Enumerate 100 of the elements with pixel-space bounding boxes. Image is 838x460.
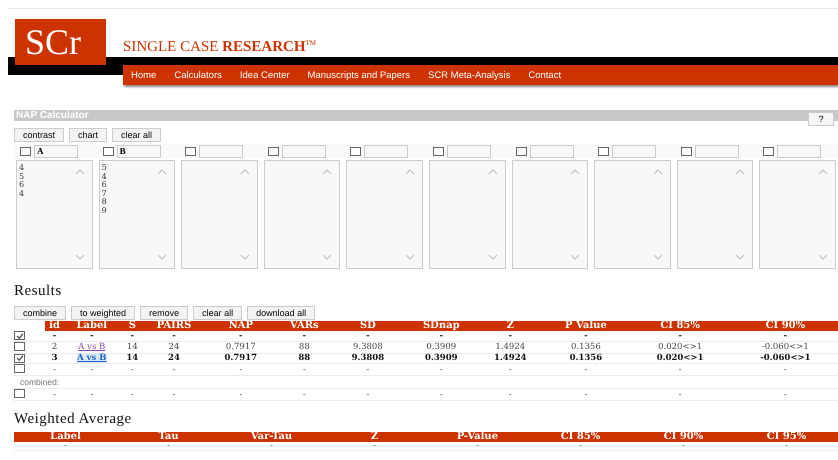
- label-field[interactable]: [199, 144, 244, 158]
- scroll-up-icon[interactable]: [157, 169, 168, 175]
- label-field[interactable]: B: [116, 144, 161, 158]
- toolbar-button[interactable]: to weighted: [71, 306, 136, 320]
- data-textarea[interactable]: 5 4 6 7 8 9: [98, 160, 176, 269]
- table-cell: 0.020<>1: [658, 342, 702, 352]
- checkbox[interactable]: [102, 146, 114, 156]
- data-textarea[interactable]: [181, 160, 258, 269]
- logo: SCr: [15, 19, 106, 65]
- table-cell: -: [584, 330, 588, 341]
- checkbox[interactable]: [350, 146, 362, 156]
- table-cell: 24: [168, 342, 180, 352]
- checkbox[interactable]: [14, 364, 25, 373]
- scroll-up-icon[interactable]: [652, 169, 663, 175]
- data-textarea[interactable]: [676, 160, 754, 269]
- table-cell: -: [440, 330, 444, 341]
- scroll-down-icon[interactable]: [157, 254, 168, 260]
- scroll-up-icon[interactable]: [488, 169, 498, 175]
- checkbox[interactable]: [598, 146, 610, 156]
- scroll-down-icon[interactable]: [818, 254, 828, 260]
- label-field[interactable]: [694, 144, 739, 158]
- table-cell: -: [64, 441, 67, 451]
- column-header: PAIRS: [145, 321, 202, 331]
- checkbox[interactable]: [14, 331, 25, 340]
- data-textarea[interactable]: [346, 160, 423, 269]
- checkbox[interactable]: [268, 146, 279, 156]
- data-textarea[interactable]: [512, 160, 588, 269]
- table-cell: 9.3808: [352, 342, 383, 352]
- table-cell: -: [785, 441, 788, 451]
- toolbar-button[interactable]: download all: [247, 306, 316, 320]
- scroll-down-icon[interactable]: [488, 254, 498, 260]
- table-cell: 3: [52, 353, 58, 364]
- result-link[interactable]: A vs B: [78, 342, 106, 352]
- column-header: P Value: [544, 321, 628, 331]
- label-field[interactable]: [282, 144, 326, 158]
- label-field[interactable]: [364, 144, 408, 158]
- toolbar-button[interactable]: clear all: [193, 306, 242, 320]
- data-textarea[interactable]: [264, 160, 340, 269]
- result-link[interactable]: A vs B: [77, 353, 106, 364]
- scroll-down-icon[interactable]: [322, 254, 332, 260]
- table-cell: -: [130, 364, 134, 374]
- label-field[interactable]: [612, 144, 656, 158]
- label-field[interactable]: [777, 144, 822, 158]
- toolbar-button[interactable]: clear all: [112, 128, 162, 142]
- toolbar-button[interactable]: contrast: [14, 128, 64, 142]
- data-textarea[interactable]: [759, 160, 836, 269]
- table-cell: -0.060<>1: [762, 342, 809, 352]
- data-textarea[interactable]: 4 5 6 4: [16, 160, 93, 269]
- nav-link[interactable]: SCR Meta-Analysis: [428, 70, 510, 80]
- table-cell: 88: [298, 342, 310, 352]
- checkbox[interactable]: [763, 146, 774, 156]
- table-cell: 14: [126, 353, 138, 364]
- table-cell: 9.3808: [352, 353, 384, 364]
- table-cell: 0.7917: [226, 342, 256, 352]
- table-cell: 88: [298, 353, 310, 364]
- nav-link[interactable]: Calculators: [174, 70, 222, 80]
- checkbox[interactable]: [14, 389, 25, 398]
- toolbar-button[interactable]: remove: [140, 306, 188, 320]
- nav-link[interactable]: Idea Center: [240, 70, 290, 80]
- scroll-up-icon[interactable]: [570, 169, 580, 175]
- checkbox[interactable]: [20, 146, 31, 156]
- table-cell: -: [366, 364, 370, 374]
- table-cell: -: [784, 364, 787, 374]
- scroll-down-icon[interactable]: [652, 254, 663, 260]
- scroll-down-icon[interactable]: [570, 254, 580, 260]
- scroll-down-icon[interactable]: [240, 254, 250, 260]
- column-header: Tau: [117, 432, 220, 442]
- toolbar-button[interactable]: chart: [69, 128, 108, 142]
- checkbox[interactable]: [432, 146, 444, 156]
- checkbox[interactable]: [185, 146, 196, 156]
- scroll-down-icon[interactable]: [74, 254, 85, 260]
- label-field[interactable]: [530, 144, 574, 158]
- table-cell: 1.4924: [495, 342, 526, 352]
- help-button[interactable]: ?: [808, 112, 834, 126]
- table-cell: 0.020<>1: [656, 353, 704, 364]
- column-header: SDnap: [406, 321, 476, 331]
- table-cell: -: [579, 441, 582, 451]
- column-header: P-Value: [426, 432, 529, 442]
- scroll-up-icon[interactable]: [404, 169, 415, 175]
- combined-label: combined:: [20, 377, 60, 387]
- nav-link[interactable]: Home: [131, 70, 156, 80]
- checkbox[interactable]: [516, 146, 527, 156]
- toolbar-button[interactable]: combine: [14, 306, 66, 320]
- label-field[interactable]: [446, 144, 491, 158]
- table-cell: -: [90, 330, 94, 341]
- scroll-up-icon[interactable]: [818, 169, 828, 175]
- data-textarea[interactable]: [594, 160, 671, 269]
- scroll-up-icon[interactable]: [74, 169, 85, 175]
- nav-link[interactable]: Contact: [528, 70, 562, 80]
- nav-link[interactable]: Manuscripts and Papers: [308, 70, 410, 80]
- checkbox[interactable]: [680, 146, 692, 156]
- scroll-up-icon[interactable]: [322, 169, 332, 175]
- scroll-up-icon[interactable]: [735, 169, 746, 175]
- scroll-up-icon[interactable]: [240, 169, 250, 175]
- label-field[interactable]: A: [34, 144, 78, 158]
- table-cell: -: [302, 390, 306, 400]
- table-cell: 0.3909: [425, 353, 458, 364]
- scroll-down-icon[interactable]: [404, 254, 415, 260]
- data-textarea[interactable]: [428, 160, 506, 269]
- scroll-down-icon[interactable]: [735, 254, 746, 260]
